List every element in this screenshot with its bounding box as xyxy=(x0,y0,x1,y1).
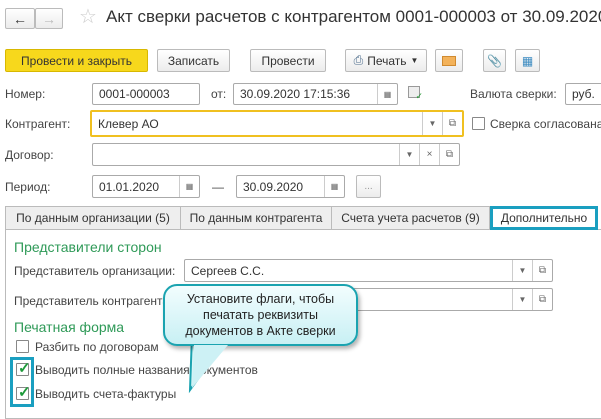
date-value: 30.09.2020 17:15:36 xyxy=(240,87,351,101)
agreed-label: Сверка согласована xyxy=(490,117,601,131)
period-select-button[interactable]: ... xyxy=(356,175,381,198)
currency-label: Валюта сверки: xyxy=(470,87,557,101)
org-rep-label: Представитель организации: xyxy=(14,264,176,278)
back-button[interactable]: ← xyxy=(5,8,35,29)
open-icon[interactable]: ⧉ xyxy=(532,260,552,281)
calendar-icon[interactable]: ▦ xyxy=(377,84,397,104)
print-button[interactable]: ⎙ Печать ▼ xyxy=(345,49,427,72)
post-and-close-button[interactable]: Провести и закрыть xyxy=(5,49,148,72)
calendar-icon[interactable]: ▦ xyxy=(179,176,199,197)
date-label: от: xyxy=(211,87,227,101)
tab-additional[interactable]: Дополнительно xyxy=(490,206,598,230)
email-button[interactable] xyxy=(435,49,463,72)
currency-input[interactable]: руб. xyxy=(565,83,601,105)
printer-icon: ⎙ xyxy=(353,53,364,67)
save-button[interactable]: Записать xyxy=(157,49,230,72)
open-icon[interactable]: ⧉ xyxy=(442,112,462,135)
period-from-input[interactable]: 01.01.2020 ▦ xyxy=(92,175,200,198)
structure-button[interactable]: ▦ xyxy=(515,49,540,72)
counterparty-label: Контрагент: xyxy=(5,117,71,131)
callout-tail-cover xyxy=(192,345,228,388)
invoices-label: Выводить счета-фактуры xyxy=(35,387,177,401)
clear-icon[interactable]: × xyxy=(419,144,439,165)
period-from-value: 01.01.2020 xyxy=(99,179,160,194)
representatives-title: Представители сторон xyxy=(14,239,162,255)
tab-accounts[interactable]: Счета учета расчетов (9) xyxy=(331,206,490,230)
org-rep-value: Сергеев С.С. xyxy=(191,263,265,278)
star-icon[interactable]: ☆ xyxy=(79,4,97,29)
open-icon[interactable]: ⧉ xyxy=(439,144,459,165)
attach-button[interactable]: 📎 xyxy=(483,49,506,72)
dropdown-icon[interactable]: ▼ xyxy=(399,144,419,165)
period-dash: — xyxy=(212,180,224,194)
period-to-value: 30.09.2020 xyxy=(243,179,304,194)
dropdown-icon[interactable]: ▼ xyxy=(422,112,442,135)
cp-rep-label: Представитель контрагента: xyxy=(14,294,173,308)
number-input[interactable]: 0001-000003 xyxy=(92,83,200,105)
chevron-down-icon: ▼ xyxy=(410,56,419,65)
open-icon[interactable]: ⧉ xyxy=(532,289,552,310)
split-by-contracts-label: Разбить по договорам xyxy=(35,340,159,354)
dropdown-icon[interactable]: ▼ xyxy=(512,289,532,310)
period-label: Период: xyxy=(5,180,51,194)
paperclip-icon: 📎 xyxy=(487,53,502,68)
number-label: Номер: xyxy=(5,87,46,101)
tab-org-data[interactable]: По данным организации (5) xyxy=(5,206,181,230)
dropdown-icon[interactable]: ▼ xyxy=(512,260,532,281)
split-by-contracts-checkbox[interactable] xyxy=(16,340,29,353)
structure-icon: ▦ xyxy=(521,53,534,68)
period-to-input[interactable]: 30.09.2020 ▦ xyxy=(236,175,345,198)
org-rep-input[interactable]: Сергеев С.С. ▼ ⧉ xyxy=(184,259,553,282)
counterparty-value: Клевер АО xyxy=(98,116,159,131)
print-form-title: Печатная форма xyxy=(14,319,125,335)
window-title: Акт сверки расчетов с контрагентом 0001-… xyxy=(106,7,601,26)
checkbox-highlight xyxy=(10,357,34,407)
contract-input[interactable]: ▼ × ⧉ xyxy=(92,143,460,166)
print-label: Печать xyxy=(367,53,407,68)
forward-button[interactable]: → xyxy=(35,8,63,29)
counterparty-input[interactable]: Клевер АО ▼ ⧉ xyxy=(90,110,464,137)
contract-label: Договор: xyxy=(5,148,54,162)
tab-counterparty-data[interactable]: По данным контрагента xyxy=(180,206,332,230)
post-button[interactable]: Провести xyxy=(250,49,326,72)
calendar-icon[interactable]: ▦ xyxy=(324,176,344,197)
envelope-icon xyxy=(442,55,456,66)
agreed-checkbox[interactable] xyxy=(472,117,485,130)
date-input[interactable]: 30.09.2020 17:15:36 ▦ xyxy=(233,83,398,105)
status-icon[interactable]: ✓ xyxy=(408,86,423,101)
